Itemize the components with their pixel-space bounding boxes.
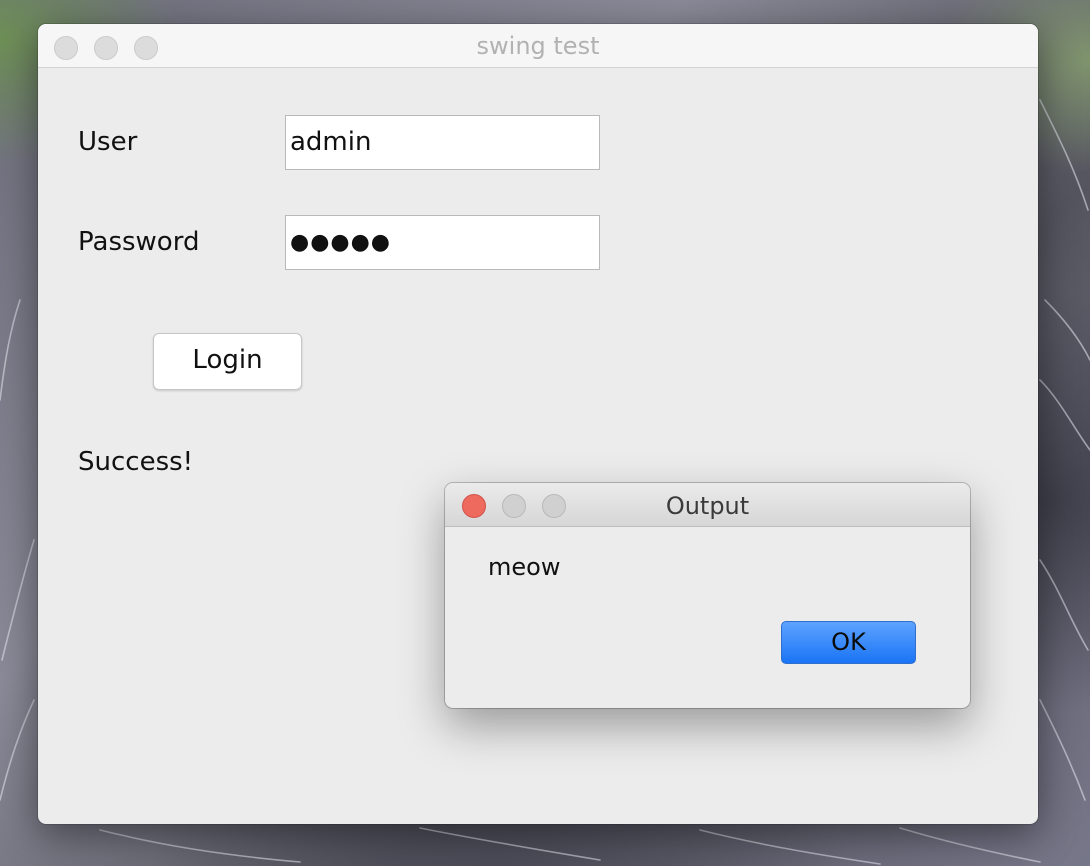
- login-button[interactable]: Login: [153, 333, 302, 390]
- main-titlebar[interactable]: swing test: [38, 24, 1038, 68]
- password-input[interactable]: ●●●●●: [285, 215, 600, 270]
- dialog-titlebar[interactable]: Output: [445, 483, 970, 527]
- user-input[interactable]: admin: [285, 115, 600, 170]
- output-dialog: Output meow OK: [445, 483, 970, 708]
- user-label: User: [78, 127, 138, 157]
- ok-button[interactable]: OK: [781, 621, 916, 664]
- window-title: swing test: [476, 32, 600, 60]
- password-label: Password: [78, 227, 200, 257]
- dialog-message: meow: [488, 553, 561, 581]
- dialog-title: Output: [665, 492, 750, 520]
- status-text: Success!: [78, 447, 194, 477]
